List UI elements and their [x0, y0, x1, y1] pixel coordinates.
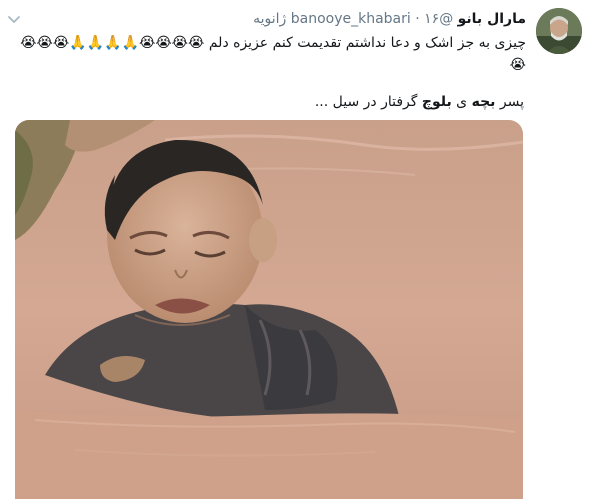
- more-options-button[interactable]: [6, 12, 22, 28]
- display-name[interactable]: مارال بانو: [458, 11, 526, 27]
- tweet-body: چیزی به جز اشک و دعا نداشتم تقدیمت کنم ع…: [208, 35, 526, 51]
- tweet-text: چیزی به جز اشک و دعا نداشتم تقدیمت کنم ع…: [16, 32, 526, 76]
- caption-prefix: پسر: [499, 94, 524, 110]
- tweet-card: مارال بانو @banooye_khabari · ۱۶ ژانویه …: [0, 0, 596, 499]
- caption-word-2: بلوچ: [421, 94, 452, 110]
- avatar[interactable]: [536, 8, 582, 54]
- video-caption: پسر بچه ی بلوچ گرفتار در سیل ...: [315, 93, 524, 111]
- avatar-image: [536, 8, 582, 54]
- tweet-header: مارال بانو @banooye_khabari · ۱۶ ژانویه: [253, 10, 526, 28]
- video-thumbnail[interactable]: [15, 120, 523, 499]
- caption-word-1: بچه: [471, 94, 496, 110]
- caption-suffix: گرفتار در سیل ...: [314, 94, 418, 110]
- caption-joiner: ی: [456, 94, 468, 110]
- flood-child-image: [15, 120, 523, 499]
- chevron-down-icon: [8, 16, 20, 23]
- header-separator: ·: [415, 11, 420, 27]
